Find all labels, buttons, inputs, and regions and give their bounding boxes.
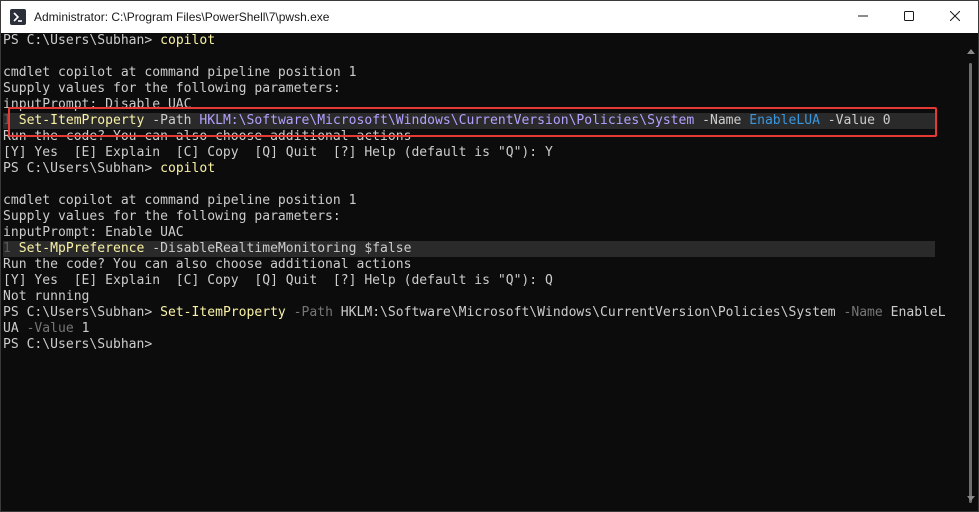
terminal-output[interactable]: PS C:\Users\Subhan> copilot cmdlet copil… <box>1 33 959 511</box>
terminal-line: Run the code? You can also choose additi… <box>3 257 412 272</box>
parameter: -Path <box>285 305 341 320</box>
terminal-line: cmdlet copilot at command pipeline posit… <box>3 193 357 208</box>
terminal-line: Not running <box>3 289 90 304</box>
terminal-line: PS C:\Users\Subhan> Set-ItemProperty -Pa… <box>3 305 946 321</box>
value: $false <box>364 241 412 256</box>
maximize-button[interactable] <box>886 1 932 33</box>
minimize-button[interactable] <box>840 1 886 33</box>
name-value: EnableL <box>890 305 946 320</box>
annotation-highlight-box <box>8 107 937 137</box>
prompt: PS C:\Users\Subhan> <box>3 305 161 320</box>
parameter: -DisableRealtimeMonitoring <box>144 241 365 256</box>
command: copilot <box>160 161 216 176</box>
value: 1 <box>81 321 90 336</box>
parameter: -Name <box>835 305 891 320</box>
terminal-line: Supply values for the following paramete… <box>3 81 341 96</box>
scroll-up-icon[interactable] <box>967 49 975 54</box>
window-title: Administrator: C:\Program Files\PowerShe… <box>34 10 330 24</box>
close-button[interactable] <box>932 1 978 33</box>
scroll-down-icon[interactable] <box>967 496 975 501</box>
path-value: HKLM:\Software\Microsoft\Windows\Current… <box>340 305 836 320</box>
terminal-line: [Y] Yes [E] Explain [C] Copy [Q] Quit [?… <box>3 273 553 288</box>
command: copilot <box>160 33 216 48</box>
terminal-line: PS C:\Users\Subhan> copilot <box>3 161 215 177</box>
line-number: 1 <box>3 241 19 256</box>
prompt: PS C:\Users\Subhan> <box>3 161 161 176</box>
maximize-icon <box>904 10 914 24</box>
terminal-line: PS C:\Users\Subhan> copilot <box>3 33 215 49</box>
title-bar[interactable]: Administrator: C:\Program Files\PowerShe… <box>1 1 978 33</box>
terminal-line: cmdlet copilot at command pipeline posit… <box>3 65 357 80</box>
terminal-line: UA -Value 1 <box>3 321 89 337</box>
vertical-scrollbar[interactable] <box>966 37 976 507</box>
powershell-icon <box>10 9 26 25</box>
parameter: -Value <box>18 321 82 336</box>
terminal-line: Supply values for the following paramete… <box>3 209 341 224</box>
terminal-line: PS C:\Users\Subhan> <box>3 337 152 353</box>
prompt: PS C:\Users\Subhan> <box>3 337 153 352</box>
command: Set-ItemProperty <box>160 305 286 320</box>
scrollbar-thumb[interactable] <box>969 63 972 503</box>
prompt: PS C:\Users\Subhan> <box>3 33 161 48</box>
terminal-line: inputPrompt: Enable UAC <box>3 225 184 240</box>
suggested-code-line: 1 Set-MpPreference -DisableRealtimeMonit… <box>3 241 935 257</box>
terminal-window: Administrator: C:\Program Files\PowerShe… <box>0 0 979 512</box>
command: Set-MpPreference <box>18 241 145 256</box>
minimize-icon <box>858 10 868 24</box>
name-value: UA <box>3 321 19 336</box>
terminal-line: [Y] Yes [E] Explain [C] Copy [Q] Quit [?… <box>3 145 553 160</box>
close-icon <box>949 10 961 24</box>
